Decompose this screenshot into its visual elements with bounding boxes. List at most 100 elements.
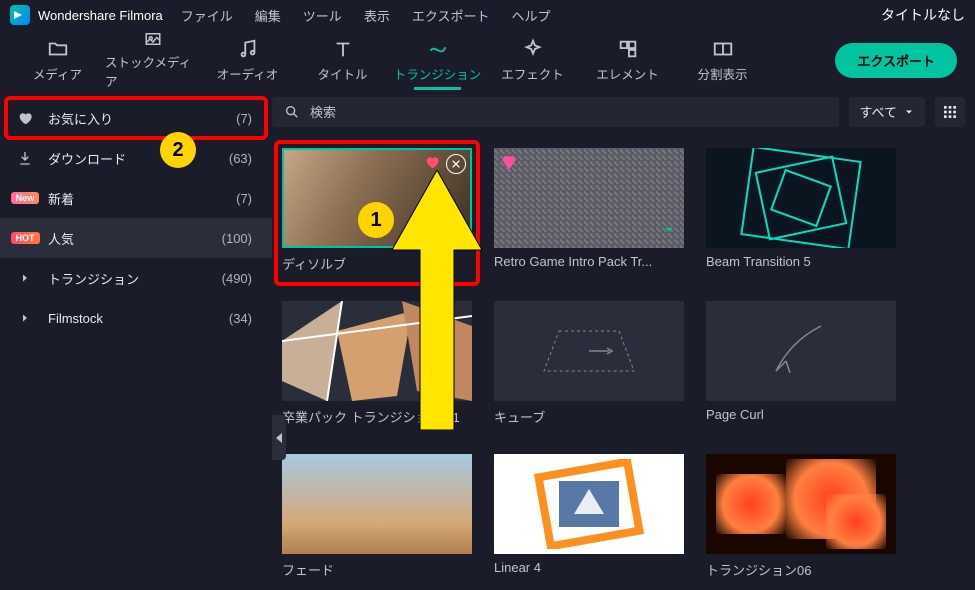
card-cube[interactable]: キューブ (494, 301, 684, 426)
shapes-icon (617, 38, 639, 60)
project-title: タイトルなし (881, 5, 965, 25)
thumbnail (706, 454, 896, 554)
sidebar-item-new[interactable]: New 新着 (7) (0, 178, 272, 218)
grid-view-toggle[interactable] (935, 97, 965, 127)
thumbnail: + (282, 148, 472, 248)
card-title: Beam Transition 5 (706, 254, 896, 269)
preview-icon[interactable] (446, 154, 466, 174)
sidebar-popular-count: (100) (222, 231, 252, 246)
sidebar: お気に入り (7) ダウンロード (63) New 新着 (7) HOT 人気 … (0, 90, 272, 590)
transition-grid: + ディソルブ Retro Game Intro Pack Tr... (272, 134, 975, 590)
menu-bar: ファイル 編集 ツール 表示 エクスポート ヘルプ (181, 6, 551, 25)
text-icon (332, 38, 354, 60)
download-icon (14, 150, 36, 166)
menu-help[interactable]: ヘルプ (511, 6, 550, 25)
sidebar-filmstock-count: (34) (229, 311, 252, 326)
tab-transition-label: トランジション (394, 64, 482, 83)
tab-element-label: エレメント (596, 64, 659, 83)
thumbnail (706, 148, 896, 248)
tab-split[interactable]: 分割表示 (675, 30, 770, 90)
app-logo: Wondershare Filmora (10, 5, 163, 25)
sidebar-new-label: 新着 (48, 189, 224, 208)
chevron-left-icon (275, 433, 283, 443)
card-linear[interactable]: Linear 4 (494, 454, 684, 579)
sidebar-collapse-handle[interactable] (272, 415, 286, 460)
sidebar-download-label: ダウンロード (48, 149, 217, 168)
search-placeholder: 検索 (310, 102, 336, 121)
sidebar-new-count: (7) (236, 191, 252, 206)
heart-icon (14, 110, 36, 126)
card-title: トランジション06 (706, 560, 896, 579)
tab-title-label: タイトル (317, 64, 367, 83)
sidebar-popular-label: 人気 (48, 229, 210, 248)
tab-effect-label: エフェクト (501, 64, 564, 83)
sidebar-item-filmstock[interactable]: Filmstock (34) (0, 298, 272, 338)
card-beam[interactable]: Beam Transition 5 (706, 148, 896, 273)
card-graduation[interactable]: 卒業パック トランジション 01 (282, 301, 472, 426)
sidebar-item-favorites[interactable]: お気に入り (7) (0, 98, 272, 138)
sidebar-item-transition[interactable]: トランジション (490) (0, 258, 272, 298)
card-fade[interactable]: フェード (282, 454, 472, 579)
sidebar-transition-label: トランジション (48, 269, 210, 288)
tab-element[interactable]: エレメント (580, 30, 675, 90)
card-page-curl[interactable]: Page Curl (706, 301, 896, 426)
tab-media-label: メディア (33, 64, 82, 83)
menu-export[interactable]: エクスポート (412, 6, 490, 25)
sidebar-transition-count: (490) (222, 271, 252, 286)
thumbnail (494, 148, 684, 248)
chevron-right-icon (14, 272, 36, 284)
hot-badge: HOT (14, 232, 36, 244)
new-badge: New (14, 192, 36, 204)
thumbnail (494, 454, 684, 554)
heart-icon[interactable] (424, 154, 440, 173)
folder-icon (47, 38, 69, 60)
tab-title[interactable]: タイトル (295, 30, 390, 90)
menu-view[interactable]: 表示 (364, 6, 390, 25)
title-bar: Wondershare Filmora ファイル 編集 ツール 表示 エクスポー… (0, 0, 975, 30)
add-button[interactable]: + (444, 220, 466, 242)
download-icon[interactable] (660, 221, 678, 242)
search-row: 検索 すべて (272, 90, 975, 134)
chevron-right-icon (14, 312, 36, 324)
grid-icon (942, 104, 958, 120)
card-title: キューブ (494, 407, 684, 426)
menu-file[interactable]: ファイル (181, 6, 233, 25)
card-title: Retro Game Intro Pack Tr... (494, 254, 684, 269)
card-dissolve[interactable]: + ディソルブ (282, 148, 472, 273)
sidebar-favorites-count: (7) (236, 111, 252, 126)
search-input[interactable]: 検索 (272, 97, 839, 127)
card-title: ディソルブ (282, 254, 472, 273)
tab-split-label: 分割表示 (697, 64, 747, 83)
music-icon (237, 38, 259, 60)
category-tabs: メディア ストックメディア オーディオ タイトル トランジション エフェクト エ… (0, 30, 975, 90)
menu-edit[interactable]: 編集 (255, 6, 281, 25)
thumbnail (282, 454, 472, 554)
filmora-logo-icon (10, 5, 30, 25)
transition-icon (427, 38, 449, 60)
main-panel: 検索 すべて + ディソルブ (272, 90, 975, 590)
sidebar-item-popular[interactable]: HOT 人気 (100) (0, 218, 272, 258)
tab-effect[interactable]: エフェクト (485, 30, 580, 90)
filter-label: すべて (859, 102, 897, 121)
tab-stock[interactable]: ストックメディア (105, 30, 200, 90)
filter-dropdown[interactable]: すべて (849, 97, 925, 127)
card-title: Linear 4 (494, 560, 684, 575)
sidebar-item-download[interactable]: ダウンロード (63) (0, 138, 272, 178)
sidebar-filmstock-label: Filmstock (48, 311, 217, 326)
tab-audio-label: オーディオ (217, 64, 279, 83)
chevron-down-icon (903, 106, 915, 118)
picture-icon (142, 30, 164, 48)
tab-stock-label: ストックメディア (105, 52, 200, 90)
card-title: 卒業パック トランジション 01 (282, 407, 472, 426)
card-retro[interactable]: Retro Game Intro Pack Tr... (494, 148, 684, 273)
thumbnail (282, 301, 472, 401)
card-title: Page Curl (706, 407, 896, 422)
tab-media[interactable]: メディア (10, 30, 105, 90)
tab-transition[interactable]: トランジション (390, 30, 485, 90)
tab-audio[interactable]: オーディオ (200, 30, 295, 90)
card-transition06[interactable]: トランジション06 (706, 454, 896, 579)
sparkle-icon (522, 38, 544, 60)
export-button[interactable]: エクスポート (835, 43, 957, 78)
split-icon (712, 38, 734, 60)
menu-tool[interactable]: ツール (303, 6, 342, 25)
